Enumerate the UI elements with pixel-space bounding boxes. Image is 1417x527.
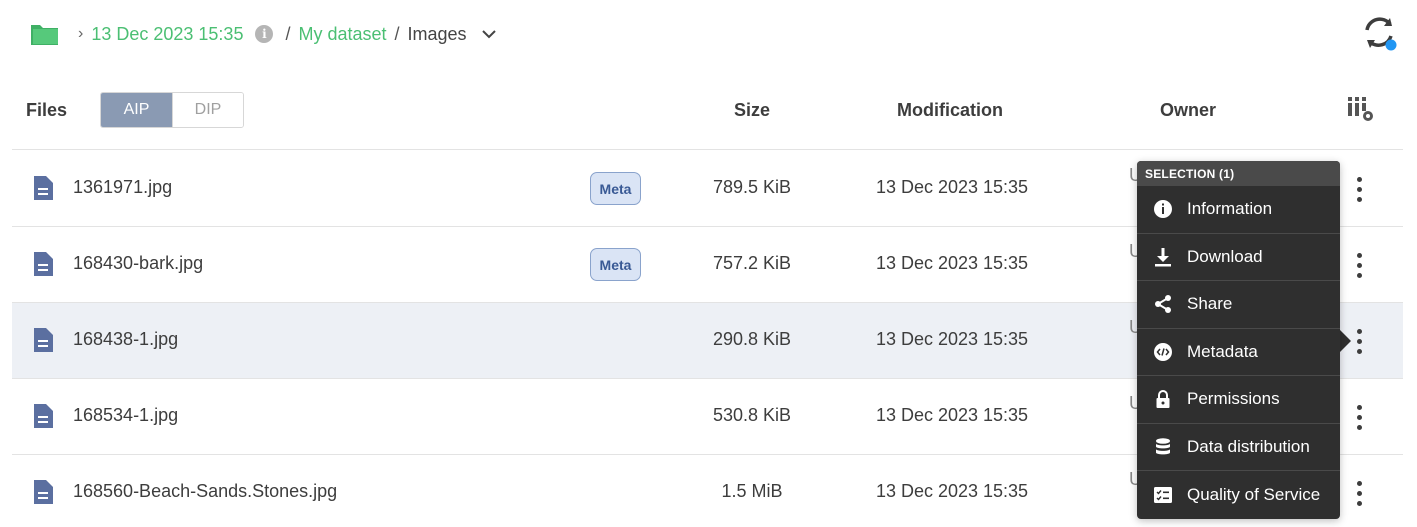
tab-aip[interactable]: AIP	[101, 93, 172, 127]
meta-badge[interactable]: Meta	[590, 248, 641, 281]
menu-item-label: Share	[1187, 294, 1233, 314]
file-icon	[34, 480, 53, 504]
menu-item-label: Download	[1187, 246, 1263, 266]
row-actions-icon[interactable]	[1346, 247, 1372, 283]
meta-badge[interactable]: Meta	[590, 172, 641, 205]
download-icon	[1153, 247, 1173, 267]
breadcrumb-separator-chevron: ›	[78, 25, 84, 42]
file-size: 290.8 KiB	[712, 329, 792, 349]
row-actions-icon[interactable]	[1346, 171, 1372, 207]
file-modification: 13 Dec 2023 15:35	[875, 481, 1029, 501]
aip-dip-toggle: AIP DIP	[100, 92, 244, 128]
menu-item-share[interactable]: Share	[1137, 281, 1340, 329]
row-actions-icon[interactable]	[1346, 399, 1372, 435]
column-header-size[interactable]: Size	[734, 100, 770, 121]
file-modification: 13 Dec 2023 15:35	[875, 329, 1029, 349]
breadcrumb-separator: /	[394, 23, 400, 44]
file-modification: 13 Dec 2023 15:35	[875, 177, 1029, 197]
menu-item-data-distribution[interactable]: Data distribution	[1137, 424, 1340, 471]
files-heading: Files	[26, 100, 68, 120]
file-name[interactable]: 168560-Beach-Sands.Stones.jpg	[73, 481, 337, 502]
chevron-down-icon[interactable]	[481, 26, 497, 42]
menu-item-label: Data distribution	[1187, 436, 1310, 456]
menu-item-label: Permissions	[1187, 389, 1280, 409]
folder-icon[interactable]	[30, 21, 60, 47]
context-menu-arrow	[1340, 330, 1351, 352]
file-list-header: Files AIP DIP Size Modification Owner	[12, 88, 1403, 150]
menu-item-quality-of-service[interactable]: Quality of Service	[1137, 471, 1340, 519]
code-icon	[1153, 342, 1173, 362]
sync-icon[interactable]	[1360, 14, 1400, 54]
file-name[interactable]: 168438-1.jpg	[73, 329, 178, 350]
menu-item-permissions[interactable]: Permissions	[1137, 376, 1340, 424]
menu-item-label: Quality of Service	[1187, 484, 1321, 504]
file-name[interactable]: 168430-bark.jpg	[73, 253, 203, 274]
menu-item-label: Information	[1187, 199, 1273, 219]
file-size: 1.5 MiB	[721, 481, 783, 501]
column-header-owner[interactable]: Owner	[1160, 100, 1216, 121]
file-size: 757.2 KiB	[712, 253, 792, 273]
breadcrumb-item-date[interactable]: 13 Dec 2023 15:35	[91, 24, 243, 45]
file-size: 530.8 KiB	[712, 405, 792, 425]
file-icon	[34, 252, 53, 276]
menu-item-information[interactable]: Information	[1137, 186, 1340, 234]
menu-item-label: Metadata	[1187, 341, 1258, 361]
tab-dip[interactable]: DIP	[172, 93, 243, 127]
file-icon	[34, 176, 53, 200]
file-modification: 13 Dec 2023 15:35	[875, 405, 1029, 425]
info-icon[interactable]: i	[255, 25, 274, 43]
breadcrumb-separator: /	[285, 23, 291, 44]
lock-icon	[1153, 389, 1173, 409]
file-modification: 13 Dec 2023 15:35	[875, 253, 1029, 273]
breadcrumb-item-current: Images	[407, 23, 467, 44]
file-icon	[34, 328, 53, 352]
column-settings-icon[interactable]	[1346, 94, 1376, 124]
column-header-modification[interactable]: Modification	[897, 100, 1003, 121]
breadcrumb-item-dataset[interactable]: My dataset	[298, 24, 386, 45]
breadcrumb: › 13 Dec 2023 15:35 i / My dataset / Ima…	[30, 14, 497, 54]
file-name[interactable]: 1361971.jpg	[73, 177, 172, 198]
share-icon	[1153, 294, 1173, 314]
database-icon	[1153, 437, 1173, 457]
file-name[interactable]: 168534-1.jpg	[73, 405, 178, 426]
menu-item-download[interactable]: Download	[1137, 234, 1340, 281]
file-icon	[34, 404, 53, 428]
file-size: 789.5 KiB	[712, 177, 792, 197]
menu-item-metadata[interactable]: Metadata	[1137, 329, 1340, 376]
row-actions-icon[interactable]	[1346, 475, 1372, 511]
context-menu-header: SELECTION (1)	[1137, 161, 1340, 186]
info-icon	[1153, 199, 1173, 219]
context-menu: SELECTION (1) Information Download Share…	[1137, 161, 1340, 519]
checklist-icon	[1153, 485, 1173, 505]
